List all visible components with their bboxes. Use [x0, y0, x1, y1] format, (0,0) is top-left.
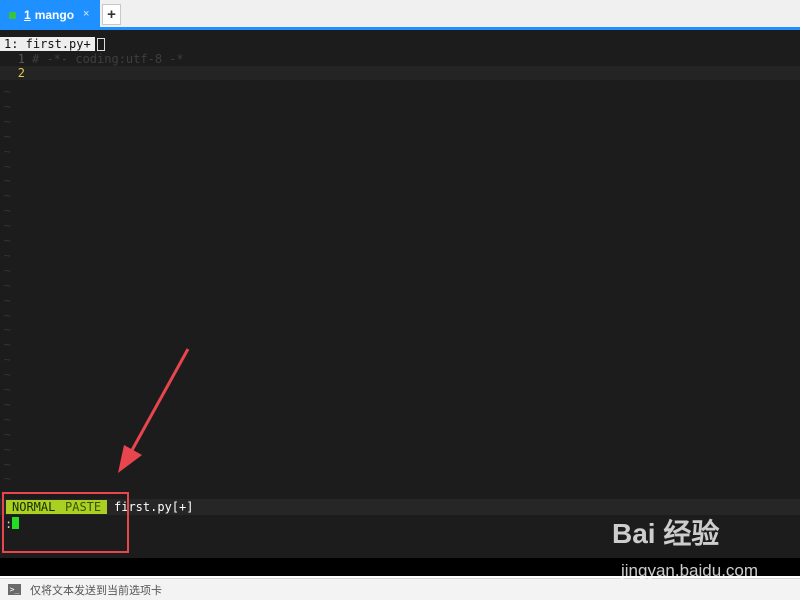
empty-line-tilde: ~: [4, 99, 11, 113]
empty-line-tilde: ~: [4, 114, 11, 128]
empty-line-tilde: ~: [4, 368, 11, 382]
empty-line-tilde: ~: [4, 308, 11, 322]
empty-line-tilde: ~: [4, 353, 11, 367]
empty-line-tilde: ~: [4, 219, 11, 233]
vim-tabline-cursor: [96, 38, 105, 51]
empty-line-tilde: ~: [4, 293, 11, 307]
empty-line-tilde: ~: [4, 323, 11, 337]
empty-line-tilde: ~: [4, 427, 11, 441]
annotation-highlight-box: [2, 492, 129, 553]
empty-line-tilde: ~: [4, 397, 11, 411]
line-number: 2: [17, 66, 25, 80]
empty-line-tilde: ~: [4, 457, 11, 471]
empty-line-tilde: ~: [4, 263, 11, 277]
tab-mango[interactable]: 1 mango ×: [0, 0, 100, 30]
empty-line-tilde: ~: [4, 85, 11, 98]
send-mode-bar: >_ 仅将文本发送到当前选项卡: [0, 578, 800, 600]
empty-line-tilde: ~: [4, 204, 11, 218]
empty-line-tilde: ~: [4, 189, 11, 203]
tab-label: mango: [34, 8, 75, 22]
empty-line-tilde: ~: [4, 383, 11, 396]
line-number: 1: [17, 52, 25, 66]
vim-tabline: 1: first.py+: [0, 37, 105, 51]
close-icon[interactable]: ×: [83, 8, 89, 20]
empty-line-tilde: ~: [4, 278, 11, 292]
code-line[interactable]: 1 # -*- coding:utf-8 -*: [0, 52, 800, 66]
empty-line-tilde: ~: [4, 159, 11, 173]
connection-status-icon: [9, 11, 16, 19]
empty-line-tilde: ~: [4, 248, 11, 262]
empty-line-tilde: ~: [4, 234, 11, 247]
tab-number: 1: [24, 8, 31, 22]
terminal-icon[interactable]: >_: [8, 584, 21, 595]
send-mode-text[interactable]: 仅将文本发送到当前选项卡: [30, 582, 162, 598]
empty-line-tilde: ~: [4, 129, 11, 143]
empty-line-tilde: ~: [4, 472, 11, 486]
code-line-current[interactable]: 2: [0, 66, 800, 80]
terminal-bottom-strip: [0, 558, 800, 576]
tab-bar: 1 mango × +: [0, 0, 800, 30]
empty-line-tilde: ~: [4, 144, 11, 158]
empty-line-tilde: ~: [4, 442, 11, 456]
code-text: # -*- coding:utf-8 -*: [32, 52, 184, 66]
app-window: 1 mango × + 1: first.py+ 1 # -*- coding:…: [0, 0, 800, 600]
vim-tab-label[interactable]: 1: first.py+: [0, 37, 95, 51]
empty-line-tilde: ~: [4, 338, 11, 352]
empty-line-tilde: ~: [4, 412, 11, 426]
empty-line-tilde: ~: [4, 174, 11, 188]
add-tab-button[interactable]: +: [102, 4, 121, 25]
